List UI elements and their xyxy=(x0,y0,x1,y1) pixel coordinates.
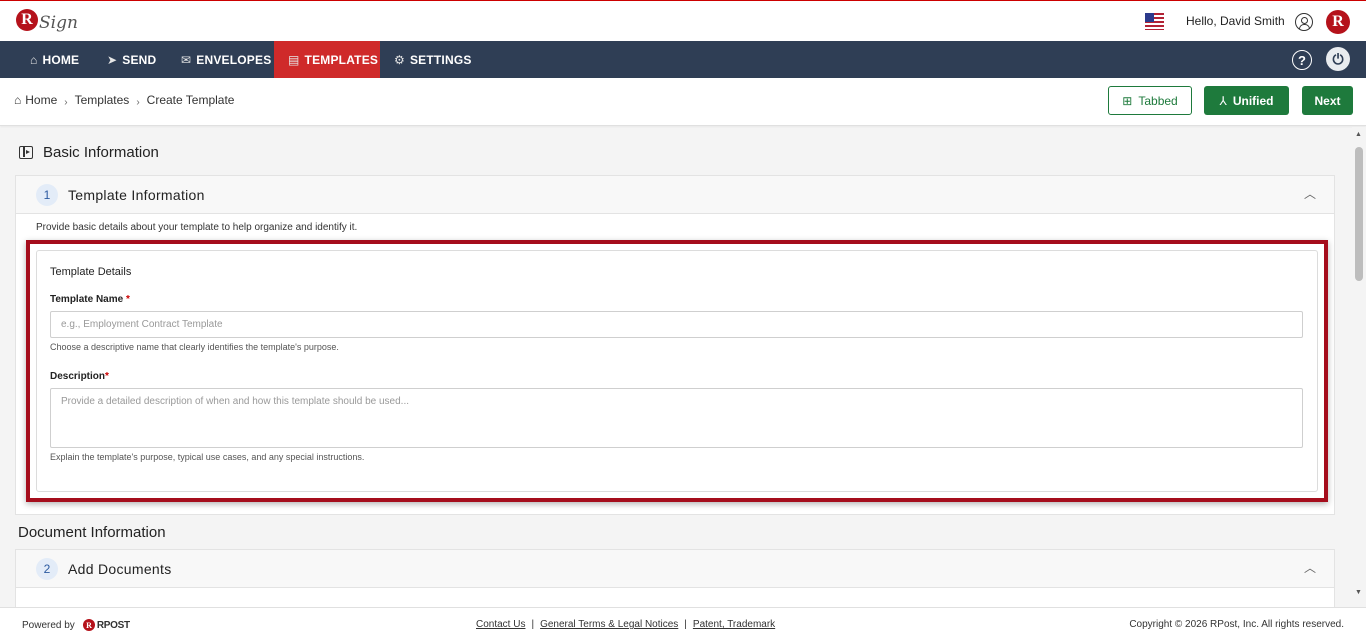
nav-home-label: HOME xyxy=(42,52,80,67)
logo-text: Sign xyxy=(39,13,78,33)
user-profile-icon[interactable] xyxy=(1295,13,1313,31)
gear-icon: ⚙ xyxy=(394,52,405,67)
power-icon[interactable]: ⏻ xyxy=(1326,47,1350,71)
send-icon: ➤ xyxy=(107,52,118,67)
description-label-text: Description xyxy=(50,371,106,382)
next-button[interactable]: Next xyxy=(1302,86,1353,115)
card-title: Template Details xyxy=(50,266,132,278)
required-mark: * xyxy=(125,294,130,305)
language-flag-icon[interactable] xyxy=(1145,13,1164,30)
template-icon: ▤ xyxy=(288,52,300,67)
nav-send-label: SEND xyxy=(122,52,157,67)
powered-by-text: Powered by xyxy=(22,619,75,631)
scroll-up-icon[interactable]: ▲ xyxy=(1355,131,1362,138)
template-information-panel: 1 Template Information ︿ Provide basic d… xyxy=(15,175,1335,515)
terms-link[interactable]: General Terms & Legal Notices xyxy=(540,619,678,630)
section-basic-title: Basic Information xyxy=(43,144,159,161)
main-content: Basic Information 1 Template Information… xyxy=(0,127,1352,607)
nav-templates-label: TEMPLATES xyxy=(304,52,379,67)
breadcrumb-separator-icon: › xyxy=(64,96,68,108)
user-greeting: Hello, David Smith xyxy=(1186,14,1285,28)
unified-label: Unified xyxy=(1232,93,1274,108)
description-hint: Explain the template's purpose, typical … xyxy=(50,452,365,462)
scroll-thumb[interactable] xyxy=(1355,147,1363,281)
nav-envelopes[interactable]: ✉ ENVELOPES xyxy=(171,41,281,78)
panel-title: Template Information xyxy=(68,187,205,203)
link-divider: | xyxy=(531,619,535,630)
home-icon: ⌂ xyxy=(30,52,38,67)
tabbed-label: Tabbed xyxy=(1138,93,1178,108)
breadcrumb-home[interactable]: Home xyxy=(25,93,57,107)
link-divider: | xyxy=(684,619,687,630)
nav-home[interactable]: ⌂ HOME xyxy=(20,41,89,78)
chevron-up-icon[interactable]: ︿ xyxy=(1304,185,1316,202)
rpost-logo: R RPOST xyxy=(82,619,130,631)
step-badge: 2 xyxy=(36,558,58,580)
step-badge: 1 xyxy=(36,184,58,206)
description-label: Description* xyxy=(50,371,109,382)
unified-view-button[interactable]: ⅄ Unified xyxy=(1204,86,1289,115)
nav-send[interactable]: ➤ SEND xyxy=(97,41,166,78)
sidebar-toggle-icon[interactable] xyxy=(19,146,33,159)
footer: Powered by R RPOST Contact Us | General … xyxy=(0,607,1366,641)
nav-templates[interactable]: ▤ TEMPLATES xyxy=(274,41,380,78)
nav-settings[interactable]: ⚙ SETTINGS xyxy=(384,41,482,78)
add-documents-panel: 2 Add Documents ︿ xyxy=(15,549,1335,607)
footer-links: Contact Us | General Terms & Legal Notic… xyxy=(476,619,775,630)
contact-us-link[interactable]: Contact Us xyxy=(476,619,525,630)
rsign-logo[interactable]: R Sign xyxy=(16,7,78,33)
chevron-up-icon[interactable]: ︿ xyxy=(1304,559,1316,576)
rpost-logo-icon: R xyxy=(82,619,95,631)
breadcrumb-separator-icon: › xyxy=(136,96,140,108)
patent-link[interactable]: Patent, Trademark xyxy=(693,619,775,630)
panel-description: Provide basic details about your templat… xyxy=(36,222,358,233)
template-name-input[interactable] xyxy=(50,311,1303,338)
scroll-down-icon[interactable]: ▼ xyxy=(1355,589,1362,596)
breadcrumb: ⌂ Home › Templates › Create Template xyxy=(14,93,235,108)
help-icon[interactable]: ? xyxy=(1292,50,1312,70)
page-toolbar: ⌂ Home › Templates › Create Template ⊞ T… xyxy=(0,78,1366,126)
description-textarea[interactable] xyxy=(50,388,1303,448)
rpost-logo-text: RPOST xyxy=(96,619,130,631)
main-nav: ⌂ HOME ➤ SEND ✉ ENVELOPES ▤ TEMPLATES ⚙ … xyxy=(0,41,1366,78)
highlight-frame: Template Details Template Name * Choose … xyxy=(26,240,1328,502)
panel-header[interactable]: 1 Template Information ︿ xyxy=(16,176,1334,214)
vertical-scrollbar[interactable]: ▲ ▼ xyxy=(1352,127,1366,607)
top-bar: R Sign Hello, David Smith R xyxy=(0,0,1366,41)
envelope-icon: ✉ xyxy=(181,52,192,67)
panel-title: Add Documents xyxy=(68,561,172,577)
template-name-hint: Choose a descriptive name that clearly i… xyxy=(50,342,339,352)
required-mark: * xyxy=(105,371,109,382)
template-name-label: Template Name * xyxy=(50,294,130,305)
brand-avatar[interactable]: R xyxy=(1326,10,1350,34)
nav-envelopes-label: ENVELOPES xyxy=(196,52,272,67)
template-name-label-text: Template Name xyxy=(50,294,124,305)
panel-header[interactable]: 2 Add Documents ︿ xyxy=(16,550,1334,588)
tabbed-view-button[interactable]: ⊞ Tabbed xyxy=(1108,86,1192,115)
logo-r-mark: R xyxy=(16,9,38,31)
breadcrumb-home-icon: ⌂ xyxy=(14,93,22,107)
grid-icon: ⊞ xyxy=(1122,93,1133,108)
copyright-text: Copyright © 2026 RPost, Inc. All rights … xyxy=(1129,619,1344,630)
template-details-card: Template Details Template Name * Choose … xyxy=(36,250,1318,492)
breadcrumb-current: Create Template xyxy=(146,93,235,107)
powered-by: Powered by R RPOST xyxy=(22,619,130,631)
breadcrumb-templates[interactable]: Templates xyxy=(75,93,130,107)
nav-settings-label: SETTINGS xyxy=(409,52,472,67)
section-document-title: Document Information xyxy=(18,524,166,541)
merge-icon: ⅄ xyxy=(1219,93,1227,108)
